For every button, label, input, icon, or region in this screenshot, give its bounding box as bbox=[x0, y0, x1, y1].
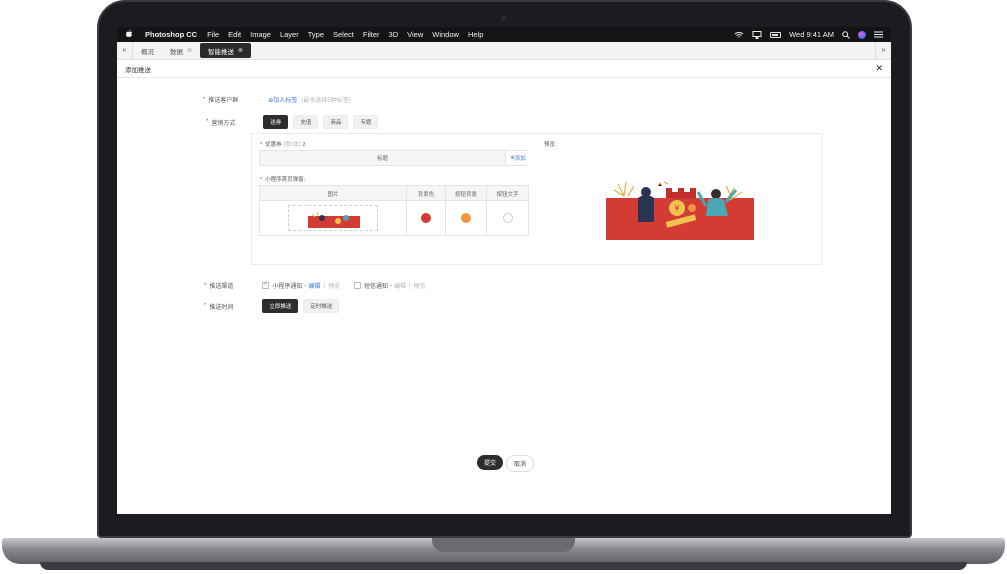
tab-scroll-left-icon[interactable]: « bbox=[117, 42, 133, 59]
tab-close-icon[interactable]: ⊗ bbox=[187, 47, 192, 54]
popup-image-upload[interactable] bbox=[288, 205, 378, 231]
coupon-section: * 优惠券 (限3张) 2 bbox=[260, 142, 306, 148]
tab-data[interactable]: 数据 ⊗ bbox=[162, 42, 200, 59]
wifi-icon[interactable] bbox=[734, 31, 744, 39]
button-text-swatch[interactable] bbox=[502, 213, 513, 223]
menu-image[interactable]: Image bbox=[250, 30, 271, 39]
bg-color-cell bbox=[407, 201, 446, 235]
popup-thumbnail-image bbox=[308, 211, 360, 228]
time-label: 推送时间 bbox=[209, 304, 234, 311]
popup-col-button-text: 按钮文字 bbox=[496, 191, 519, 198]
method-option-recharge[interactable]: 充值 bbox=[293, 115, 319, 129]
sms-notify-checkbox[interactable] bbox=[353, 282, 361, 289]
add-tag-link[interactable]: ⊕加入标签 bbox=[268, 95, 297, 104]
button-bg-swatch[interactable] bbox=[461, 213, 471, 223]
popup-col-button-bg: 按钮背景 bbox=[446, 186, 487, 201]
popup-table: 图片 背景色 按钮背景 按钮文字 bbox=[259, 185, 529, 236]
method-row: * 营销方式 送券 充值 商品 专题 bbox=[206, 115, 383, 129]
method-label: 营销方式 bbox=[211, 120, 236, 127]
control-center-icon[interactable] bbox=[874, 31, 883, 38]
tab-overview[interactable]: 概况 bbox=[133, 42, 162, 59]
clock[interactable]: Wed 9:41 AM bbox=[789, 30, 834, 39]
miniapp-notify-checkbox[interactable] bbox=[262, 280, 270, 289]
audience-row: * 推送客户群 ⊕加入标签 (最多选择5种标签) bbox=[203, 95, 351, 105]
page-title: 添加推送 bbox=[125, 66, 151, 74]
method-option-topic[interactable]: 专题 bbox=[353, 115, 379, 129]
menu-edit[interactable]: Edit bbox=[228, 30, 241, 39]
miniapp-notify-label: 小程序通知 bbox=[272, 284, 303, 290]
sms-notify-label: 短信通知 bbox=[363, 284, 388, 290]
audience-hint: (最多选择5种标签) bbox=[301, 98, 351, 104]
airplay-icon[interactable] bbox=[752, 30, 762, 39]
audience-label: 推送客户群 bbox=[208, 98, 239, 104]
submit-button[interactable]: 提交 bbox=[477, 455, 504, 470]
preview-illustration: ¥ bbox=[606, 181, 754, 240]
bg-color-swatch[interactable] bbox=[421, 213, 431, 223]
coupon-table: 标题 ⊕ 添加 bbox=[259, 150, 530, 166]
popup-col-image: 图片 bbox=[260, 186, 407, 201]
laptop-notch bbox=[432, 538, 575, 552]
button-text-cell bbox=[487, 201, 528, 235]
popup-label: 小程序首页弹窗: bbox=[265, 177, 306, 183]
tab-scroll-right-icon[interactable]: » bbox=[875, 42, 891, 59]
method-option-product[interactable]: 商品 bbox=[323, 115, 349, 129]
miniapp-notify-preview-link[interactable]: 预览 bbox=[328, 281, 340, 290]
apple-icon[interactable] bbox=[125, 29, 135, 40]
menu-window[interactable]: Window bbox=[432, 30, 459, 39]
stage: Photoshop CC File Edit Image Layer Type … bbox=[0, 0, 1007, 574]
menu-file[interactable]: File bbox=[207, 30, 219, 39]
popup-section: * 小程序首页弹窗: bbox=[260, 177, 306, 183]
popup-table-header: 图片 背景色 按钮背景 按钮文字 bbox=[260, 186, 528, 201]
camera bbox=[501, 16, 506, 21]
method-panel: * 优惠券 (限3张) 2 标题 ⊕ 添加 * 小程序首页弹窗: 图片 背景色 按钮背… bbox=[251, 133, 822, 265]
cancel-button[interactable]: 取消 bbox=[506, 455, 535, 472]
page-header: 添加推送 ✕ bbox=[117, 60, 891, 78]
screen: Photoshop CC File Edit Image Layer Type … bbox=[117, 27, 891, 514]
miniapp-notify-edit-link[interactable]: 编辑 bbox=[308, 281, 320, 290]
method-option-coupon[interactable]: 送券 bbox=[263, 115, 289, 129]
laptop-foot bbox=[40, 562, 967, 570]
popup-col-bg-color: 背景色 bbox=[407, 186, 446, 201]
tab-smart-push[interactable]: 智能推送 ⊗ bbox=[200, 43, 252, 58]
tab-bar: « 概况 数据 ⊗ 智能推送 ⊗ » bbox=[117, 42, 891, 60]
menubar: Photoshop CC File Edit Image Layer Type … bbox=[117, 27, 891, 42]
tab-close-icon[interactable]: ⊗ bbox=[238, 47, 243, 54]
menu-select[interactable]: Select bbox=[333, 30, 354, 39]
channel-row: * 推送渠道 小程序通知 - 编辑 | 预览 短信通知 - 编辑 | 预览 bbox=[204, 280, 426, 290]
push-now-button[interactable]: 立即推送 bbox=[262, 299, 299, 313]
search-icon[interactable] bbox=[842, 30, 850, 39]
menu-view[interactable]: View bbox=[407, 30, 423, 39]
sms-notify-edit-link[interactable]: 编辑 bbox=[394, 281, 406, 290]
battery-icon[interactable] bbox=[770, 31, 782, 38]
sms-notify-preview-link[interactable]: 预览 bbox=[414, 281, 426, 290]
coupon-hint: (限3张) bbox=[283, 142, 301, 148]
popup-image-cell bbox=[260, 201, 407, 235]
close-icon[interactable]: ✕ bbox=[875, 63, 883, 74]
time-row: * 推送时间 立即推送 定时推送 bbox=[204, 299, 344, 313]
scheduled-push-button[interactable]: 定时推送 bbox=[303, 299, 340, 313]
menu-3d[interactable]: 3D bbox=[389, 30, 399, 39]
coupon-add-button[interactable]: ⊕ 添加 bbox=[506, 151, 530, 165]
menu-help[interactable]: Help bbox=[468, 30, 483, 39]
preview-label: 预览: bbox=[544, 142, 557, 148]
coupon-label: 优惠券 bbox=[265, 142, 282, 148]
menu-type[interactable]: Type bbox=[308, 30, 324, 39]
menu-layer[interactable]: Layer bbox=[280, 30, 299, 39]
siri-icon[interactable] bbox=[858, 30, 866, 39]
button-bg-cell bbox=[446, 201, 487, 235]
svg-text:¥: ¥ bbox=[674, 204, 679, 213]
channel-label: 推送渠道 bbox=[209, 284, 234, 290]
menu-filter[interactable]: Filter bbox=[363, 30, 380, 39]
coupon-col-title: 标题 bbox=[260, 151, 506, 165]
coupon-count: 2 bbox=[302, 142, 306, 148]
app-name[interactable]: Photoshop CC bbox=[145, 30, 197, 39]
